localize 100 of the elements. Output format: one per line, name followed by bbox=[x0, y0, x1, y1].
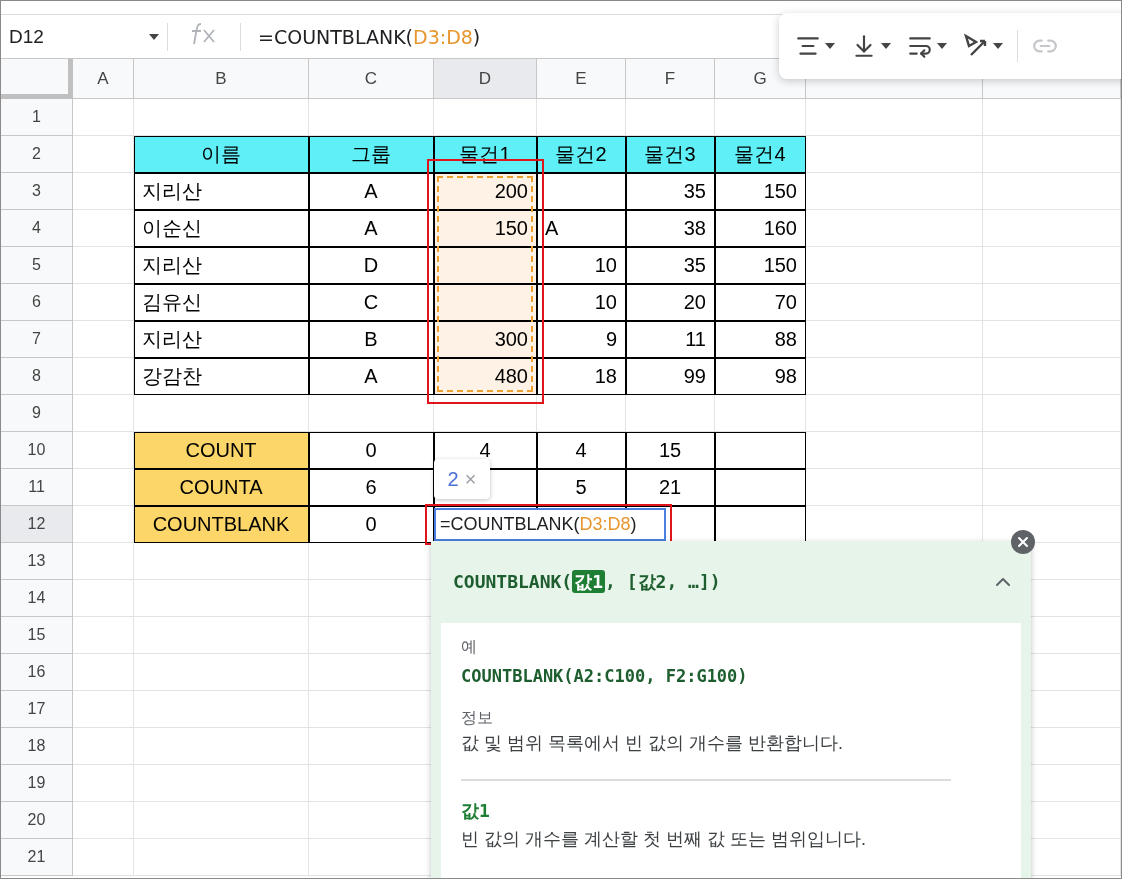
empty-cell[interactable] bbox=[983, 210, 1121, 247]
column-header[interactable]: B bbox=[134, 59, 309, 99]
empty-cell[interactable] bbox=[983, 284, 1121, 321]
argument-hint-tooltip[interactable]: 2 × bbox=[434, 459, 490, 499]
empty-cell[interactable] bbox=[983, 358, 1121, 395]
row-header[interactable]: 5 bbox=[1, 247, 73, 284]
table-cell: COUNT bbox=[134, 432, 309, 469]
column-header[interactable]: E bbox=[537, 59, 626, 99]
name-box[interactable]: D12 bbox=[1, 25, 167, 48]
empty-cell[interactable] bbox=[806, 99, 983, 136]
table-cell: 160 bbox=[715, 210, 806, 247]
column-header[interactable]: C bbox=[309, 59, 434, 99]
table-cell: 지리산 bbox=[134, 247, 309, 284]
empty-cell[interactable] bbox=[806, 173, 983, 210]
table-cell: 이름 bbox=[134, 136, 309, 173]
select-all-corner[interactable] bbox=[1, 59, 73, 99]
row-header[interactable]: 16 bbox=[1, 654, 73, 691]
table-cell: 38 bbox=[626, 210, 715, 247]
table-cell: A bbox=[309, 173, 434, 210]
empty-cell[interactable] bbox=[626, 395, 715, 432]
row-header[interactable]: 19 bbox=[1, 765, 73, 802]
empty-cell[interactable] bbox=[134, 728, 309, 765]
row-header[interactable]: 7 bbox=[1, 321, 73, 358]
table-cell: 150 bbox=[715, 247, 806, 284]
empty-cell[interactable] bbox=[983, 395, 1121, 432]
row-header[interactable]: 9 bbox=[1, 395, 73, 432]
row-header[interactable]: 6 bbox=[1, 284, 73, 321]
empty-cell[interactable] bbox=[806, 284, 983, 321]
empty-cell[interactable] bbox=[309, 395, 434, 432]
table-cell: 0 bbox=[309, 432, 434, 469]
empty-cell[interactable] bbox=[134, 839, 309, 876]
row-header[interactable]: 11 bbox=[1, 469, 73, 506]
column-header[interactable]: A bbox=[73, 59, 134, 99]
empty-cell[interactable] bbox=[134, 802, 309, 839]
table-cell: 9 bbox=[537, 321, 626, 358]
empty-cell[interactable] bbox=[715, 395, 806, 432]
empty-cell[interactable] bbox=[983, 136, 1121, 173]
caret-icon bbox=[149, 33, 159, 40]
empty-cell[interactable] bbox=[983, 173, 1121, 210]
row-header[interactable]: 10 bbox=[1, 432, 73, 469]
empty-cell[interactable] bbox=[134, 765, 309, 802]
empty-cell[interactable] bbox=[806, 210, 983, 247]
column-header[interactable]: F bbox=[626, 59, 715, 99]
argument-description: 빈 값의 개수를 계산할 첫 번째 값 또는 범위입니다. bbox=[461, 828, 867, 851]
table-cell: 98 bbox=[715, 358, 806, 395]
empty-cell[interactable] bbox=[806, 469, 983, 506]
table-cell: 지리산 bbox=[134, 321, 309, 358]
empty-cell[interactable] bbox=[983, 469, 1121, 506]
empty-cell[interactable] bbox=[983, 432, 1121, 469]
empty-cell[interactable] bbox=[983, 247, 1121, 284]
empty-cell[interactable] bbox=[806, 358, 983, 395]
row-header[interactable]: 18 bbox=[1, 728, 73, 765]
table-cell: 4 bbox=[537, 432, 626, 469]
row-header[interactable]: 4 bbox=[1, 210, 73, 247]
table-cell: 150 bbox=[715, 173, 806, 210]
table-cell: COUNTA bbox=[134, 469, 309, 506]
empty-cell[interactable] bbox=[806, 395, 983, 432]
example-formula: COUNTBLANK(A2:C100, F2:G100) bbox=[461, 666, 749, 686]
table-cell: 10 bbox=[537, 284, 626, 321]
function-signature: COUNTBLANK(값1, [값2, …]) bbox=[453, 570, 721, 594]
empty-cell[interactable] bbox=[806, 247, 983, 284]
row-header[interactable]: 12 bbox=[1, 506, 73, 543]
formula-text: =COUNTBLANK(D3:D8) bbox=[440, 514, 637, 535]
table-cell: 99 bbox=[626, 358, 715, 395]
empty-cell[interactable] bbox=[983, 99, 1121, 136]
table-cell: D bbox=[309, 247, 434, 284]
empty-cell[interactable] bbox=[806, 321, 983, 358]
table-cell: B bbox=[309, 321, 434, 358]
row-header[interactable]: 15 bbox=[1, 617, 73, 654]
table-cell: 480 bbox=[434, 358, 537, 395]
table-cell: A bbox=[309, 358, 434, 395]
table-cell: 10 bbox=[537, 247, 626, 284]
column-header[interactable]: D bbox=[434, 59, 537, 99]
row-header[interactable]: 14 bbox=[1, 580, 73, 617]
empty-cell[interactable] bbox=[134, 617, 309, 654]
row-header[interactable]: 20 bbox=[1, 802, 73, 839]
empty-cell[interactable] bbox=[983, 321, 1121, 358]
empty-cell[interactable] bbox=[537, 395, 626, 432]
empty-cell[interactable] bbox=[134, 580, 309, 617]
empty-cell[interactable] bbox=[434, 395, 537, 432]
caret-icon bbox=[993, 43, 1003, 49]
table-cell: 그룹 bbox=[309, 136, 434, 173]
row-header[interactable]: 13 bbox=[1, 543, 73, 580]
table-cell: 물건4 bbox=[715, 136, 806, 173]
cell-editor[interactable]: =COUNTBLANK(D3:D8) bbox=[434, 508, 666, 541]
row-header[interactable]: 3 bbox=[1, 173, 73, 210]
row-header[interactable]: 8 bbox=[1, 358, 73, 395]
table-cell: 0 bbox=[309, 506, 434, 543]
row-header[interactable]: 17 bbox=[1, 691, 73, 728]
row-header[interactable]: 1 bbox=[1, 99, 73, 136]
formula-input[interactable]: =COUNTBLANK(D3:D8) bbox=[241, 25, 481, 48]
row-header[interactable]: 2 bbox=[1, 136, 73, 173]
section-label: 예 bbox=[461, 637, 478, 657]
table-cell: 18 bbox=[537, 358, 626, 395]
empty-cell[interactable] bbox=[134, 543, 309, 580]
empty-cell[interactable] bbox=[134, 691, 309, 728]
close-button[interactable] bbox=[1011, 530, 1035, 554]
empty-cell[interactable] bbox=[134, 654, 309, 691]
empty-cell[interactable] bbox=[806, 432, 983, 469]
row-header[interactable]: 21 bbox=[1, 839, 73, 876]
